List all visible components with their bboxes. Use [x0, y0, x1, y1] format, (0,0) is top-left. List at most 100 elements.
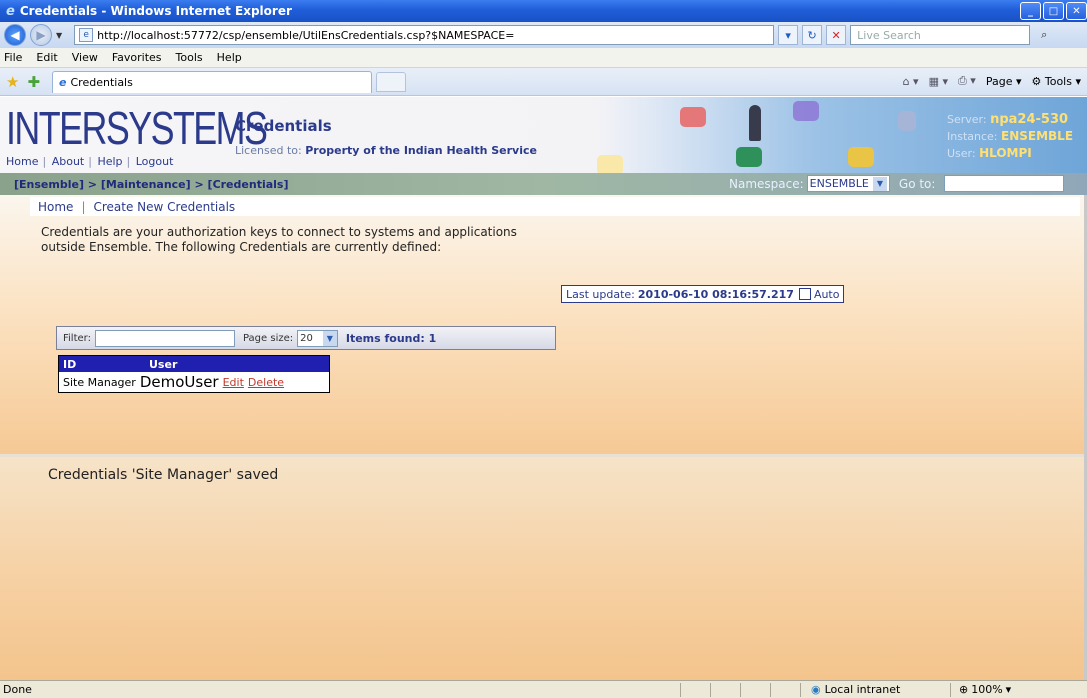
page-menu[interactable]: Page ▾ — [986, 75, 1022, 88]
status-message: Credentials 'Site Manager' saved — [48, 467, 279, 483]
favorites-star-icon[interactable]: ★ — [6, 73, 19, 91]
instance-value: ENSEMBLE — [1001, 129, 1074, 143]
breadcrumb[interactable]: [Ensemble] > [Maintenance] > [Credential… — [0, 178, 288, 191]
search-input[interactable]: Live Search — [850, 25, 1031, 45]
zoom-control[interactable]: ⊕ 100% ▾ — [950, 682, 1012, 697]
refresh-icon[interactable]: ↻ — [802, 25, 823, 45]
status-segment — [710, 682, 740, 697]
home-icon[interactable]: ⌂ ▾ — [903, 75, 919, 88]
menu-edit[interactable]: Edit — [36, 51, 57, 64]
tab-label: Credentials — [70, 75, 133, 89]
instance-label: Instance: — [947, 130, 998, 143]
forward-button[interactable]: ▶ — [30, 24, 52, 46]
minimize-button[interactable]: _ — [1020, 2, 1041, 20]
auto-label: Auto — [813, 287, 840, 301]
tab-bar: ★ ✚ e Credentials ⌂ ▾ ▦ ▾ ⎙ ▾ Page ▾ ⚙ T… — [0, 68, 1087, 96]
decor-monitor-icon — [848, 147, 874, 167]
server-label: Server: — [947, 113, 987, 126]
address-dropdown-icon[interactable]: ▾ — [778, 25, 799, 45]
page-description: Credentials are your authorization keys … — [41, 225, 517, 254]
app-header: InterSystems Home | About | Help | Logout C… — [0, 97, 1087, 173]
menu-tools[interactable]: Tools — [176, 51, 203, 64]
back-button[interactable]: ◀ — [4, 24, 26, 46]
decor-monitor-icon — [597, 155, 623, 173]
menu-view[interactable]: View — [72, 51, 98, 64]
url-text[interactable]: http://localhost:57772/csp/ensemble/Util… — [97, 29, 514, 42]
home-link[interactable]: Home — [6, 155, 38, 168]
header-links: Home | About | Help | Logout — [6, 155, 174, 168]
filter-input[interactable] — [94, 329, 235, 347]
table-row: Site Manager DemoUser Edit Delete — [59, 372, 329, 392]
auto-refresh-checkbox[interactable] — [798, 288, 811, 300]
history-dropdown-icon[interactable]: ▼ — [56, 31, 62, 40]
status-segment — [740, 682, 770, 697]
globe-icon: ◉ — [811, 683, 821, 696]
status-text: Done — [3, 683, 32, 696]
namespace-block: Namespace: ENSEMBLE ▼ Go to: — [729, 175, 1065, 192]
help-link[interactable]: Help — [97, 155, 122, 168]
add-favorites-icon[interactable]: ✚ — [27, 73, 40, 91]
logout-link[interactable]: Logout — [136, 155, 174, 168]
last-update-value: 2010-06-10 08:16:57.217 — [637, 287, 794, 301]
main-content: Home | Create New Credentials Credential… — [0, 195, 1087, 454]
stop-icon[interactable]: ✕ — [826, 25, 847, 45]
namespace-label: Namespace: — [729, 176, 804, 191]
table-header: ID User — [59, 356, 329, 372]
search-placeholder: Live Search — [857, 28, 921, 42]
tab-ie-icon: e — [59, 75, 67, 89]
new-tab-button[interactable] — [376, 71, 407, 92]
create-credentials-link[interactable]: Create New Credentials — [93, 200, 235, 214]
about-link[interactable]: About — [52, 155, 85, 168]
locator-bar: [Ensemble] > [Maintenance] > [Credential… — [0, 173, 1087, 195]
licensed-label: Licensed to: — [235, 144, 302, 157]
tab-credentials[interactable]: e Credentials — [52, 70, 373, 93]
filter-bar: Filter: Page size: 20 ▼ Items found: 1 — [56, 326, 556, 350]
search-icon[interactable]: ⌕ — [1034, 25, 1054, 45]
page-icon: e — [79, 28, 94, 42]
namespace-select[interactable]: ENSEMBLE ▼ — [806, 175, 890, 192]
column-header-user[interactable]: User — [149, 358, 329, 371]
server-value: npa24-530 — [990, 112, 1069, 127]
chevron-down-icon[interactable]: ▾ — [1006, 683, 1012, 696]
feeds-icon[interactable]: ▦ ▾ — [929, 75, 948, 88]
menu-favorites[interactable]: Favorites — [112, 51, 162, 64]
address-bar[interactable]: e http://localhost:57772/csp/ensemble/Ut… — [74, 25, 775, 45]
address-toolbar: ◀ ▶ ▼ e http://localhost:57772/csp/ensem… — [0, 22, 1087, 48]
menu-help[interactable]: Help — [217, 51, 242, 64]
license-info: Licensed to: Property of the Indian Heal… — [235, 144, 537, 157]
page-title: Credentials — [235, 117, 332, 135]
decor-person-icon — [749, 105, 761, 141]
print-icon[interactable]: ⎙ ▾ — [958, 74, 976, 88]
page-menu-label: Page — [985, 74, 1013, 88]
subnav-home-link[interactable]: Home — [38, 200, 73, 214]
security-zone[interactable]: ◉ Local intranet — [800, 682, 950, 697]
status-segment — [770, 682, 800, 697]
goto-label: Go to: — [898, 176, 936, 191]
maximize-button[interactable]: □ — [1043, 2, 1064, 20]
window-title: Credentials - Windows Internet Explorer — [19, 4, 292, 18]
close-button[interactable]: ✕ — [1066, 2, 1087, 20]
page-size-label: Page size: — [242, 332, 294, 344]
decor-monitor-icon — [680, 107, 706, 127]
ie-logo-icon: e — [6, 3, 15, 19]
zone-label: Local intranet — [824, 683, 901, 696]
user-line: User: HLOMPI — [947, 145, 1087, 162]
column-header-id[interactable]: ID — [59, 358, 149, 371]
status-bar: Done ◉ Local intranet ⊕ 100% ▾ — [0, 680, 1087, 698]
filter-label: Filter: — [63, 332, 91, 344]
delete-link[interactable]: Delete — [248, 376, 284, 389]
items-found: Items found: 1 — [345, 331, 437, 345]
instance-line: Instance: ENSEMBLE — [947, 128, 1087, 145]
edit-link[interactable]: Edit — [223, 376, 244, 389]
user-value: HLOMPI — [979, 146, 1032, 160]
menu-file[interactable]: File — [4, 51, 22, 64]
page-size-select[interactable]: 20 ▼ — [297, 329, 338, 347]
last-update-box: Last update: 2010-06-10 08:16:57.217 Aut… — [561, 285, 845, 303]
server-line: Server: npa24-530 — [947, 111, 1087, 128]
page-size-value: 20 — [300, 332, 313, 344]
tools-menu[interactable]: ⚙ Tools ▾ — [1032, 75, 1082, 88]
tools-menu-label: Tools — [1044, 74, 1072, 88]
goto-input[interactable] — [944, 175, 1065, 192]
chevron-down-icon[interactable]: ▼ — [872, 176, 887, 191]
chevron-down-icon[interactable]: ▼ — [322, 330, 337, 346]
